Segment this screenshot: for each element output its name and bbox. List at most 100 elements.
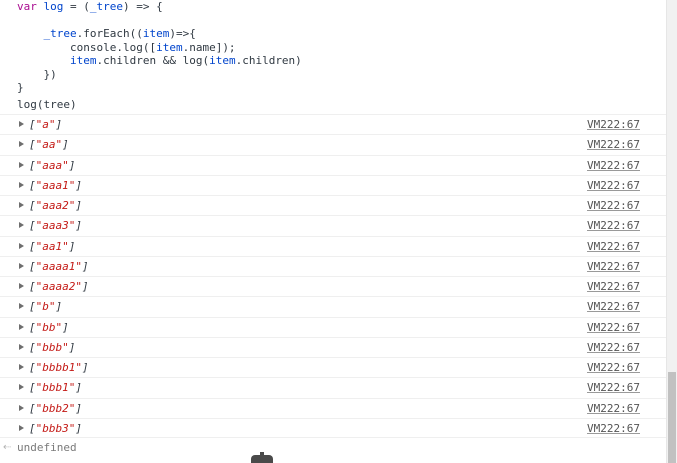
array-preview[interactable]: ["b"] xyxy=(29,300,62,314)
devtools-console: var log = (_tree) => { _tree.forEach((it… xyxy=(0,0,666,463)
expand-triangle-icon[interactable] xyxy=(19,364,24,370)
bracket-open: [ xyxy=(29,118,36,131)
return-arrow-icon: ⇠ xyxy=(3,442,12,453)
array-preview[interactable]: ["bbb3"] xyxy=(29,422,82,436)
array-preview[interactable]: ["aaaa2"] xyxy=(29,280,89,294)
expand-triangle-icon[interactable] xyxy=(19,202,24,208)
expand-triangle-icon[interactable] xyxy=(19,181,24,188)
log-row[interactable]: ["aaa2"] VM222:67 xyxy=(0,195,666,215)
expand-triangle-icon[interactable] xyxy=(19,141,24,148)
expand-triangle-icon[interactable] xyxy=(19,404,24,411)
code-token: ) => { xyxy=(123,0,163,13)
log-row[interactable]: ["aaa1"] VM222:67 xyxy=(0,174,666,195)
array-preview[interactable]: ["bbbb1"] xyxy=(29,361,89,375)
source-link[interactable]: VM222:67 xyxy=(587,402,640,416)
array-preview[interactable]: ["aa1"] xyxy=(29,240,75,254)
log-row[interactable]: ["aaa3"] VM222:67 xyxy=(0,215,666,235)
code-token: item xyxy=(156,40,183,54)
expand-triangle-icon[interactable] xyxy=(19,323,24,330)
bracket-close: ] xyxy=(75,219,82,233)
array-preview[interactable]: ["bbb"] xyxy=(29,341,75,355)
log-row[interactable]: ["aaa"] VM222:67 xyxy=(0,154,666,175)
expand-triangle-icon[interactable] xyxy=(19,262,24,269)
source-link[interactable]: VM222:67 xyxy=(587,219,640,233)
expand-triangle-icon[interactable] xyxy=(19,121,24,127)
bracket-open: [ xyxy=(29,178,36,192)
expand-triangle-icon[interactable] xyxy=(19,424,24,431)
bracket-open: [ xyxy=(29,239,36,253)
array-preview[interactable]: ["aaa1"] xyxy=(29,179,82,193)
bracket-close: ] xyxy=(62,138,69,152)
code-token: item xyxy=(209,54,236,67)
log-row[interactable]: ["bb"] VM222:67 xyxy=(0,316,666,337)
array-item-string: "a" xyxy=(35,118,56,131)
code-token: .name]); xyxy=(182,40,236,54)
array-preview[interactable]: ["aaa3"] xyxy=(29,219,82,233)
code-token: _tree xyxy=(43,27,77,40)
bracket-close: ] xyxy=(75,401,82,415)
array-preview[interactable]: ["aaa"] xyxy=(29,159,75,173)
source-link[interactable]: VM222:67 xyxy=(587,381,640,395)
array-preview[interactable]: ["bbb2"] xyxy=(29,402,82,416)
code-line: }) xyxy=(17,68,302,82)
array-preview[interactable]: ["a"] xyxy=(29,118,62,132)
expand-triangle-icon[interactable] xyxy=(19,222,24,229)
source-link[interactable]: VM222:67 xyxy=(587,159,640,173)
result-value: undefined xyxy=(17,441,77,454)
log-row[interactable]: ["aa1"] VM222:67 xyxy=(0,235,666,256)
bracket-open: [ xyxy=(29,199,36,212)
array-item-string: "bbb3" xyxy=(35,421,76,435)
code-token: = ( xyxy=(63,0,90,13)
bracket-close: ] xyxy=(62,320,69,334)
source-link[interactable]: VM222:67 xyxy=(587,300,640,314)
log-row[interactable]: ["bbbb1"] VM222:67 xyxy=(0,357,666,377)
expand-triangle-icon[interactable] xyxy=(19,242,24,249)
expand-triangle-icon[interactable] xyxy=(19,384,24,391)
array-preview[interactable]: ["aaaa1"] xyxy=(29,260,89,274)
source-link[interactable]: VM222:67 xyxy=(587,341,640,355)
log-row[interactable]: ["bbb3"] VM222:67 xyxy=(0,417,666,438)
expand-triangle-icon[interactable] xyxy=(19,283,24,289)
scrollbar-thumb[interactable] xyxy=(668,372,676,463)
array-preview[interactable]: ["aaa2"] xyxy=(29,199,82,213)
code-token: var xyxy=(17,0,37,13)
source-link[interactable]: VM222:67 xyxy=(587,179,640,193)
code-token: .children) xyxy=(235,54,302,67)
array-preview[interactable]: ["bbb1"] xyxy=(29,381,82,395)
source-link[interactable]: VM222:67 xyxy=(587,240,640,254)
array-preview[interactable]: ["bb"] xyxy=(29,321,69,335)
console-scrollbar[interactable] xyxy=(666,0,677,463)
source-link[interactable]: VM222:67 xyxy=(587,361,640,375)
cursor-icon xyxy=(251,452,273,463)
source-link[interactable]: VM222:67 xyxy=(587,280,640,294)
code-token: )=>{ xyxy=(169,27,196,40)
bracket-open: [ xyxy=(29,280,36,293)
source-link[interactable]: VM222:67 xyxy=(587,321,640,335)
expand-triangle-icon[interactable] xyxy=(19,161,24,168)
source-link[interactable]: VM222:67 xyxy=(587,422,640,436)
code-line: var log = (_tree) => { xyxy=(17,0,302,14)
log-row[interactable]: ["aaaa2"] VM222:67 xyxy=(0,276,666,296)
source-link[interactable]: VM222:67 xyxy=(587,138,640,152)
log-row[interactable]: ["bbb2"] VM222:67 xyxy=(0,397,666,418)
log-row[interactable]: ["aa"] VM222:67 xyxy=(0,134,666,154)
bracket-close: ] xyxy=(75,199,82,212)
array-preview[interactable]: ["aa"] xyxy=(29,138,69,152)
expand-triangle-icon[interactable] xyxy=(19,343,24,350)
array-item-string: "aaaa2" xyxy=(35,280,82,293)
log-row[interactable]: ["bbb"] VM222:67 xyxy=(0,336,666,357)
bracket-close: ] xyxy=(68,158,76,172)
source-link[interactable]: VM222:67 xyxy=(587,118,640,132)
code-token: log xyxy=(43,0,64,13)
expand-triangle-icon[interactable] xyxy=(19,303,24,310)
source-link[interactable]: VM222:67 xyxy=(587,199,640,213)
code-line: _tree.forEach((item)=>{ xyxy=(17,27,302,41)
source-link[interactable]: VM222:67 xyxy=(587,260,640,274)
array-item-string: "aaa3" xyxy=(35,219,76,233)
log-row[interactable]: ["a"] VM222:67 xyxy=(0,114,666,134)
log-row[interactable]: ["bbb1"] VM222:67 xyxy=(0,377,666,397)
log-row[interactable]: ["aaaa1"] VM222:67 xyxy=(0,255,666,276)
log-row[interactable]: ["b"] VM222:67 xyxy=(0,296,666,316)
